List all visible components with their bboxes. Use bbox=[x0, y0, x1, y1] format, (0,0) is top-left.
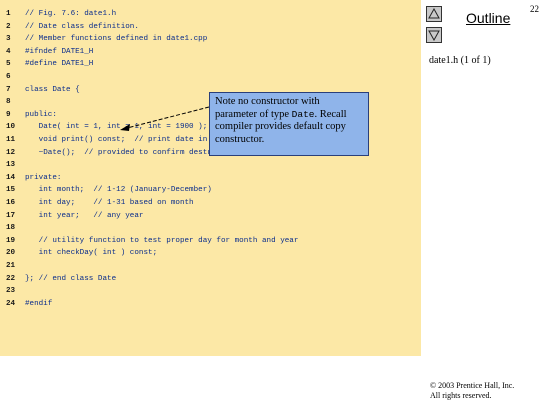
line-number: 16 bbox=[6, 199, 16, 207]
line-number: 17 bbox=[6, 211, 16, 220]
code-text: int month; // 1-12 (January-December) bbox=[25, 186, 212, 195]
line-number: 2 bbox=[6, 22, 11, 31]
callout-note: Note no constructor with parameter of ty… bbox=[209, 92, 369, 156]
code-text: private: bbox=[25, 173, 62, 182]
line-number: 1 bbox=[6, 10, 11, 18]
line-number: 6 bbox=[6, 73, 11, 81]
nav-down-button[interactable] bbox=[426, 27, 442, 43]
nav-up-button[interactable] bbox=[426, 6, 442, 22]
line-number: 18 bbox=[6, 224, 16, 233]
line-number: 5 bbox=[6, 60, 11, 69]
file-label: date1.h (1 of 1) bbox=[429, 55, 491, 66]
triangle-up-icon bbox=[428, 8, 440, 19]
code-text: class Date { bbox=[25, 85, 80, 94]
outline-title[interactable]: Outline bbox=[466, 10, 510, 26]
code-text: // Member functions defined in date1.cpp bbox=[25, 35, 208, 44]
code-text: public: bbox=[25, 110, 57, 119]
code-text: // Date class definition. bbox=[25, 22, 139, 31]
note-code-term: Date bbox=[291, 108, 315, 120]
page-number: 22 bbox=[530, 4, 539, 14]
line-number: 22 bbox=[6, 274, 16, 283]
line-number: 11 bbox=[6, 136, 16, 144]
line-number: 15 bbox=[6, 186, 16, 195]
copyright-line-2: All rights reserved. bbox=[430, 391, 492, 400]
line-number: 9 bbox=[6, 110, 11, 119]
code-text: #ifndef DATE1_H bbox=[25, 47, 94, 56]
code-text: #define DATE1_H bbox=[25, 60, 94, 69]
line-number: 24 bbox=[6, 299, 16, 308]
line-number: 23 bbox=[6, 287, 16, 296]
triangle-down-icon bbox=[428, 30, 440, 41]
line-number: 13 bbox=[6, 161, 16, 170]
line-number: 19 bbox=[6, 236, 16, 245]
line-number: 12 bbox=[6, 148, 16, 157]
code-text: }; // end class Date bbox=[25, 274, 117, 283]
copyright: © 2003 Prentice Hall, Inc. All rights re… bbox=[430, 381, 514, 401]
line-number: 8 bbox=[6, 98, 11, 107]
line-number: 10 bbox=[6, 123, 16, 132]
line-number: 4 bbox=[6, 47, 11, 56]
code-text: int year; // any year bbox=[25, 211, 144, 220]
line-number: 20 bbox=[6, 249, 16, 258]
line-number: 7 bbox=[6, 85, 11, 94]
line-number: 21 bbox=[6, 262, 16, 270]
line-number: 3 bbox=[6, 35, 11, 44]
code-text: int day; // 1-31 based on month bbox=[25, 199, 194, 207]
line-number: 14 bbox=[6, 173, 16, 182]
code-text: // utility function to test proper day f… bbox=[25, 236, 299, 245]
code-text: int checkDay( int ) const; bbox=[25, 249, 158, 258]
copyright-line-1: © 2003 Prentice Hall, Inc. bbox=[430, 381, 515, 390]
code-text: // Fig. 7.6: date1.h bbox=[25, 10, 117, 18]
code-text: #endif bbox=[25, 299, 53, 308]
